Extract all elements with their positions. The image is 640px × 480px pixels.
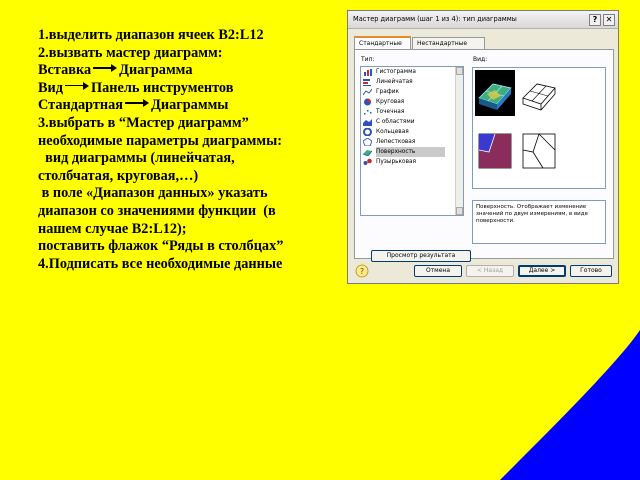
instruction-line: в поле «Диапазон данных» указать bbox=[38, 185, 338, 203]
instruction-line: Стандартная Диаграммы bbox=[38, 97, 338, 115]
instruction-line: необходимые параметры диаграммы: bbox=[38, 133, 338, 151]
dialog-titlebar[interactable]: Мастер диаграмм (шаг 1 из 4): тип диагра… bbox=[348, 11, 618, 29]
instruction-line: столбчатая, круговая,…) bbox=[38, 168, 338, 186]
arrow-right-icon bbox=[65, 81, 90, 91]
line-chart-icon bbox=[363, 88, 372, 96]
pie-chart-icon bbox=[363, 98, 372, 106]
back-button[interactable]: < Назад bbox=[466, 265, 514, 277]
chart-type-item[interactable]: Кольцевая bbox=[361, 127, 463, 137]
next-button[interactable]: Далее > bbox=[518, 265, 566, 277]
instruction-line: нашем случае B2:L12); bbox=[38, 221, 338, 239]
type-label: Тип: bbox=[361, 56, 375, 63]
close-button[interactable]: ✕ bbox=[603, 14, 615, 26]
chart-type-item[interactable]: График bbox=[361, 87, 463, 97]
chart-type-item[interactable]: Гистограмма bbox=[361, 67, 463, 77]
tab-panel: Тип: Вид: Гистограмма Линейчатая График Кру… bbox=[354, 49, 614, 262]
bar-chart-icon bbox=[363, 78, 372, 86]
preview-button[interactable]: Просмотр результата bbox=[371, 250, 471, 262]
chart-type-item[interactable]: Точечная bbox=[361, 107, 463, 117]
instruction-text: Вид bbox=[38, 79, 64, 96]
list-scrollbar[interactable] bbox=[455, 67, 463, 215]
instruction-text: необходимые параметры диаграммы: bbox=[38, 132, 283, 149]
chart-type-label: Лепестковая bbox=[376, 139, 416, 145]
instruction-line: 3.выбрать в “Мастер диаграмм” bbox=[38, 115, 338, 133]
chart-type-item[interactable]: Круговая bbox=[361, 97, 463, 107]
chart-type-description: Поверхность. Отображает изменение значен… bbox=[472, 200, 606, 244]
subtype-3d-surface[interactable] bbox=[475, 70, 515, 116]
surface-chart-icon bbox=[363, 148, 372, 156]
instruction-line: Вставка Диаграмма bbox=[38, 62, 338, 80]
chart-type-label: С областями bbox=[376, 119, 415, 125]
office-assistant-icon[interactable]: ? bbox=[354, 263, 370, 279]
instructions-text: 1.выделить диапазон ячеек B2:L12 2.вызват… bbox=[38, 27, 338, 273]
instruction-text: Панель инструментов bbox=[91, 79, 234, 96]
subtype-contour[interactable] bbox=[475, 128, 515, 174]
chart-type-item[interactable]: Пузырьковая bbox=[361, 157, 463, 167]
instruction-text: 2.вызвать мастер диаграмм: bbox=[38, 44, 223, 61]
instruction-text: 1.выделить диапазон ячеек B2:L12 bbox=[38, 27, 264, 43]
finish-button[interactable]: Готово bbox=[570, 265, 612, 277]
scroll-down-button[interactable] bbox=[456, 207, 463, 215]
instruction-text: нашем случае B2:L12); bbox=[38, 220, 187, 237]
instruction-text: в поле «Диапазон данных» указать bbox=[38, 185, 268, 202]
instruction-text: столбчатая, круговая,…) bbox=[38, 167, 199, 184]
dialog-title: Мастер диаграмм (шаг 1 из 4): тип диагра… bbox=[353, 15, 517, 23]
arrow-right-icon bbox=[125, 98, 150, 108]
instruction-line: поставить флажок “Ряды в столбцах” bbox=[38, 238, 338, 256]
instruction-text: поставить флажок “Ряды в столбцах” bbox=[38, 238, 284, 255]
instruction-text: 3.выбрать в “Мастер диаграмм” bbox=[38, 114, 249, 131]
instruction-text: вид диаграммы (линейчатая, bbox=[38, 150, 235, 167]
radar-chart-icon bbox=[363, 138, 372, 146]
svg-text:?: ? bbox=[360, 267, 364, 276]
instruction-text: Диаграмма bbox=[119, 62, 193, 79]
tab-standard[interactable]: Стандартные bbox=[354, 36, 411, 50]
chart-type-label: Точечная bbox=[376, 109, 405, 115]
chart-type-item[interactable]: С областями bbox=[361, 117, 463, 127]
instruction-line: 2.вызвать мастер диаграмм: bbox=[38, 45, 338, 63]
instruction-text: Диаграммы bbox=[151, 97, 229, 114]
instruction-text: Вставка bbox=[38, 62, 92, 79]
area-chart-icon bbox=[363, 118, 372, 126]
scatter-chart-icon bbox=[363, 108, 372, 116]
instruction-line: 1.выделить диапазон ячеек B2:L12 bbox=[38, 27, 338, 45]
chart-type-label: Линейчатая bbox=[376, 79, 413, 85]
chart-type-list[interactable]: Гистограмма Линейчатая График Круговая Точеч… bbox=[360, 66, 464, 216]
chart-subtype-grid bbox=[472, 67, 606, 189]
chart-type-label: Пузырьковая bbox=[376, 159, 417, 165]
chart-type-label: График bbox=[376, 89, 399, 95]
doughnut-chart-icon bbox=[363, 128, 372, 136]
view-label: Вид: bbox=[473, 56, 488, 63]
bubble-chart-icon bbox=[363, 158, 372, 166]
chart-type-item[interactable]: Поверхность bbox=[361, 147, 463, 157]
subtype-wireframe-contour[interactable] bbox=[519, 128, 559, 174]
chart-type-label: Кольцевая bbox=[376, 129, 409, 135]
chart-type-item[interactable]: Линейчатая bbox=[361, 77, 463, 87]
instruction-text: диапазон со значениями функции (в bbox=[38, 202, 276, 219]
subtype-3d-wireframe[interactable] bbox=[519, 70, 559, 116]
instruction-line: вид диаграммы (линейчатая, bbox=[38, 150, 338, 168]
instruction-text: Стандартная bbox=[38, 97, 124, 114]
chart-type-item[interactable]: Лепестковая bbox=[361, 137, 463, 147]
chart-type-label: Круговая bbox=[376, 99, 405, 105]
instruction-text: 4.Подписать все необходимые данные bbox=[38, 255, 283, 272]
arrow-right-icon bbox=[93, 63, 118, 73]
scroll-up-button[interactable] bbox=[456, 67, 463, 75]
instruction-line: Вид Панель инструментов bbox=[38, 80, 338, 98]
chart-wizard-dialog: Мастер диаграмм (шаг 1 из 4): тип диагра… bbox=[347, 10, 619, 284]
help-button[interactable]: ? bbox=[589, 14, 601, 26]
column-chart-icon bbox=[363, 68, 372, 76]
cancel-button[interactable]: Отмена bbox=[414, 265, 462, 277]
chart-type-label: Поверхность bbox=[376, 147, 446, 157]
instruction-line: 4.Подписать все необходимые данные bbox=[38, 256, 338, 274]
instruction-line: диапазон со значениями функции (в bbox=[38, 203, 338, 221]
chart-type-label: Гистограмма bbox=[376, 69, 416, 75]
